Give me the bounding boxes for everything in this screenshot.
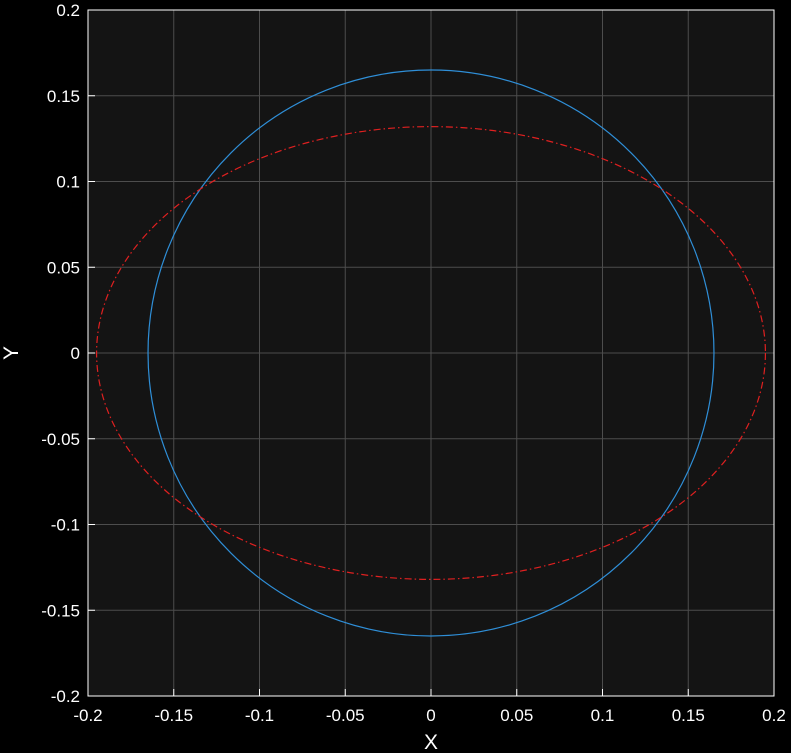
x-tick-label: 0 [426,706,435,725]
y-tick-label: -0.15 [41,601,80,620]
x-tick-label: 0.15 [672,706,705,725]
y-tick-label: 0.15 [47,87,80,106]
y-tick-label: 0.2 [56,1,80,20]
y-tick-label: -0.1 [51,516,80,535]
x-tick-label: 0.2 [762,706,786,725]
y-tick-label: -0.2 [51,687,80,706]
y-tick-label: -0.05 [41,430,80,449]
x-tick-label: -0.05 [326,706,365,725]
y-axis-label: Y [0,346,23,360]
y-tick-label: 0.05 [47,258,80,277]
chart: -0.2 -0.15 -0.1 -0.05 0 0.05 0.1 0.15 0.2 -0.2 -0… [0,0,791,753]
x-tick-label: -0.2 [73,706,102,725]
y-tick-label: 0.1 [56,173,80,192]
x-tick-label: 0.1 [591,706,615,725]
x-tick-label: -0.15 [154,706,193,725]
x-axis-label: X [424,731,438,753]
x-tick-label: 0.05 [500,706,533,725]
y-tick-label: 0 [71,344,80,363]
x-tick-label: -0.1 [245,706,274,725]
